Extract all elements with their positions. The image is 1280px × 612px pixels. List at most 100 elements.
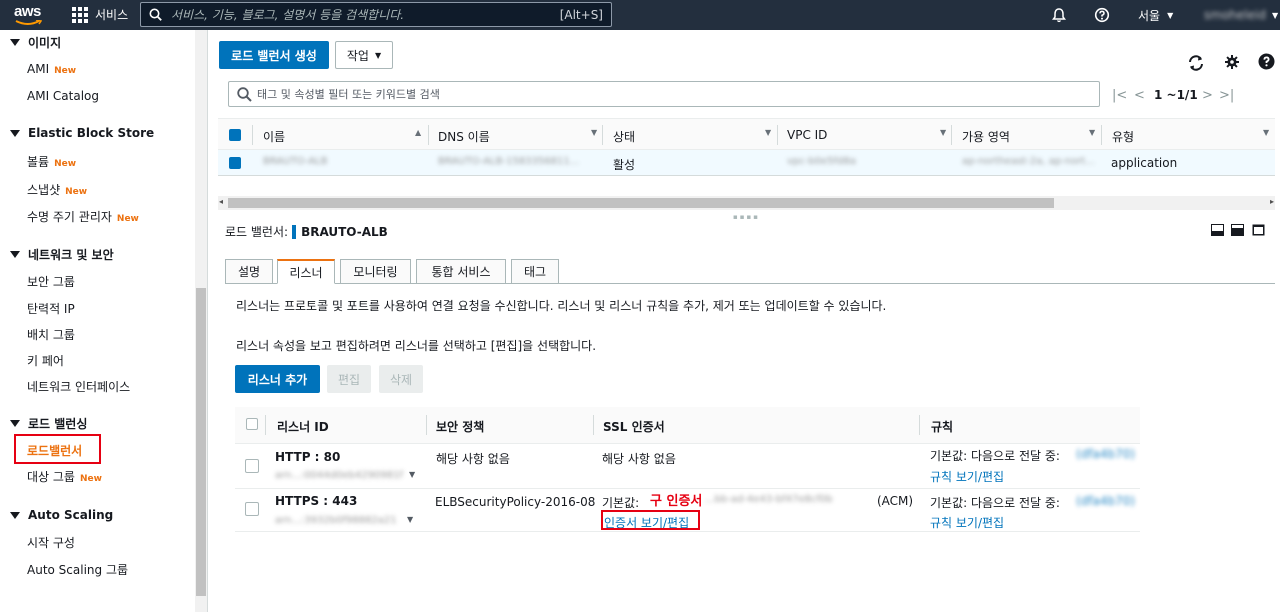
notifications-bell[interactable] (1051, 0, 1067, 30)
sidebar-item-volumes[interactable]: 볼륨 New (27, 153, 76, 170)
new-badge: New (79, 474, 102, 484)
view-edit-rules-link[interactable]: 규칙 보기/편집 (930, 468, 1004, 485)
column-header-dns[interactable]: DNS 이름 (438, 128, 490, 145)
column-header-vpc[interactable]: VPC ID (787, 128, 827, 142)
chevron-down-icon[interactable]: ▼ (940, 128, 946, 137)
view-edit-rules-link[interactable]: 규칙 보기/편집 (930, 514, 1004, 531)
rule-target[interactable]: (dfa4b70) (1076, 447, 1135, 461)
listener-arn: arn...:0044d0eb4290981f (275, 470, 404, 481)
old-certificate-annotation: 구 인증서 (650, 494, 703, 509)
main-content: 로드 밸런서 생성 작업 ▼ 태그 및 속성별 필터 또는 키워드별 검색 |< … (209, 30, 1280, 612)
select-all-listeners-checkbox[interactable] (246, 418, 258, 430)
region-selector[interactable]: 서울 ▼ (1138, 0, 1173, 30)
column-header-state[interactable]: 상태 (613, 128, 635, 145)
listeners-table-header: 리스너 ID 보안 정책 SSL 인증서 규칙 (235, 407, 1140, 444)
listener-row-http[interactable]: HTTP : 80 arn...:0044d0eb4290981f ▼ 해당 사… (235, 444, 1140, 489)
sidebar-section-network-security[interactable]: 네트워크 및 보안 (10, 246, 114, 263)
previous-page-icon[interactable]: < (1134, 88, 1145, 103)
panel-minimize-icon[interactable] (1211, 224, 1224, 236)
create-load-balancer-button[interactable]: 로드 밸런서 생성 (219, 41, 329, 69)
sidebar-section-images[interactable]: 이미지 (10, 34, 61, 51)
sidebar-item-key-pairs[interactable]: 키 페어 (27, 352, 64, 369)
bell-icon (1052, 8, 1066, 23)
row-checkbox[interactable] (229, 157, 241, 169)
first-page-icon[interactable]: |< (1112, 88, 1127, 103)
tab-listeners[interactable]: 리스너 (277, 259, 335, 284)
region-label: 서울 (1138, 8, 1161, 23)
sidebar-scrollbar[interactable] (195, 30, 207, 612)
highlight-box (14, 434, 101, 464)
gear-icon[interactable] (1224, 54, 1240, 70)
sidebar-section-ebs[interactable]: Elastic Block Store (10, 126, 154, 140)
cell-az: ap-northeast-2a, ap-nort... (962, 156, 1095, 167)
last-page-icon[interactable]: >| (1219, 88, 1234, 103)
column-header-az[interactable]: 가용 영역 (962, 128, 1010, 145)
column-divider (951, 125, 952, 145)
next-page-icon[interactable]: > (1202, 88, 1213, 103)
pagination-text: 1 ~1/1 (1154, 88, 1198, 102)
section-title: Auto Scaling (28, 508, 114, 522)
sidebar-item-elastic-ip[interactable]: 탄력적 IP (27, 300, 75, 317)
listener-row-https[interactable]: HTTPS : 443 arn...:3932b0f98882a21 ▼ ELB… (235, 489, 1140, 532)
scroll-right-icon[interactable]: ▸ (1270, 197, 1274, 206)
sidebar-item-target-groups[interactable]: 대상 그룹 New (27, 468, 102, 485)
sidebar-item-ami[interactable]: AMI New (27, 62, 76, 76)
scroll-left-icon[interactable]: ◂ (219, 197, 223, 206)
sidebar-item-ami-catalog[interactable]: AMI Catalog (27, 89, 99, 103)
tab-tags[interactable]: 태그 (511, 259, 559, 284)
refresh-icon[interactable] (1187, 54, 1205, 72)
chevron-down-icon[interactable]: ▼ (765, 128, 771, 137)
chevron-down-icon[interactable]: ▼ (409, 470, 415, 479)
sidebar-scroll-thumb[interactable] (196, 288, 206, 596)
sidebar-item-snapshots[interactable]: 스냅샷 New (27, 181, 87, 198)
table-horizontal-scrollbar[interactable]: ◂ ▸ (218, 196, 1275, 210)
chevron-down-icon[interactable]: ▼ (1263, 128, 1269, 137)
sidebar-item-placement-groups[interactable]: 배치 그룹 (27, 326, 75, 343)
sidebar-item-network-interfaces[interactable]: 네트워크 인터페이스 (27, 378, 130, 395)
row-checkbox[interactable] (245, 459, 259, 473)
select-all-checkbox[interactable] (229, 129, 241, 141)
sidebar-item-security-groups[interactable]: 보안 그룹 (27, 273, 75, 290)
sidebar-section-load-balancing[interactable]: 로드 밸런싱 (10, 415, 87, 432)
column-header-type[interactable]: 유형 (1112, 128, 1134, 145)
global-search-input[interactable]: 서비스, 기능, 블로그, 설명서 등을 검색합니다. [Alt+S] (140, 2, 612, 27)
rule-default: 기본값: 다음으로 전달 중: (930, 449, 1060, 463)
delete-button[interactable]: 삭제 (379, 365, 423, 393)
add-listener-button[interactable]: 리스너 추가 (235, 365, 320, 393)
column-header-name[interactable]: 이름 (263, 128, 285, 145)
chevron-down-icon[interactable]: ▼ (591, 128, 597, 137)
sidebar-item-auto-scaling-groups[interactable]: Auto Scaling 그룹 (27, 561, 128, 578)
help-icon[interactable] (1258, 53, 1275, 70)
account-menu[interactable]: smoheleid ▼ (1204, 0, 1278, 30)
edit-button[interactable]: 편집 (327, 365, 371, 393)
table-row[interactable]: BRAUTO-ALB BRAUTO-ALB-1583356811... 활성 v… (218, 150, 1275, 176)
panel-resize-handle[interactable]: ▪▪▪▪ (733, 213, 760, 221)
new-badge: New (54, 66, 77, 76)
chevron-down-icon[interactable]: ▼ (1089, 128, 1095, 137)
chevron-down-icon[interactable]: ▼ (407, 515, 413, 524)
sidebar-section-auto-scaling[interactable]: Auto Scaling (10, 508, 113, 522)
panel-split-icon[interactable] (1231, 224, 1244, 236)
listeners-description: 리스너는 프로토콜 및 포트를 사용하여 연결 요청을 수신합니다. 리스너 및… (236, 299, 887, 313)
sidebar-item-lifecycle-manager[interactable]: 수명 주기 관리자 New (27, 208, 139, 225)
horizontal-scroll-thumb[interactable] (228, 198, 1054, 208)
new-badge: New (65, 187, 88, 197)
filter-search-input[interactable]: 태그 및 속성별 필터 또는 키워드별 검색 (228, 81, 1100, 107)
rule-target[interactable]: (dfa4b70) (1076, 494, 1135, 508)
cell-state: 활성 (613, 158, 636, 172)
sidebar-item-launch-configurations[interactable]: 시작 구성 (27, 534, 75, 551)
tab-integrated-services[interactable]: 통합 서비스 (416, 259, 506, 284)
tab-monitoring[interactable]: 모니터링 (340, 259, 411, 284)
help-button[interactable] (1094, 0, 1110, 30)
aws-logo[interactable]: aws (14, 3, 44, 27)
column-header-ssl-certificate: SSL 인증서 (603, 420, 665, 434)
top-navigation-bar: aws 서비스 서비스, 기능, 블로그, 설명서 등을 검색합니다. [Alt… (0, 0, 1280, 30)
listener-id: HTTP : 80 (275, 450, 341, 464)
panel-maximize-icon[interactable] (1252, 224, 1265, 236)
sort-ascending-icon[interactable]: ▲ (415, 128, 421, 137)
actions-dropdown[interactable]: 작업 ▼ (335, 41, 393, 69)
column-header-listener-id: 리스너 ID (277, 420, 329, 434)
services-menu[interactable]: 서비스 (72, 6, 128, 23)
row-checkbox[interactable] (245, 502, 259, 516)
tab-description[interactable]: 설명 (225, 259, 273, 284)
